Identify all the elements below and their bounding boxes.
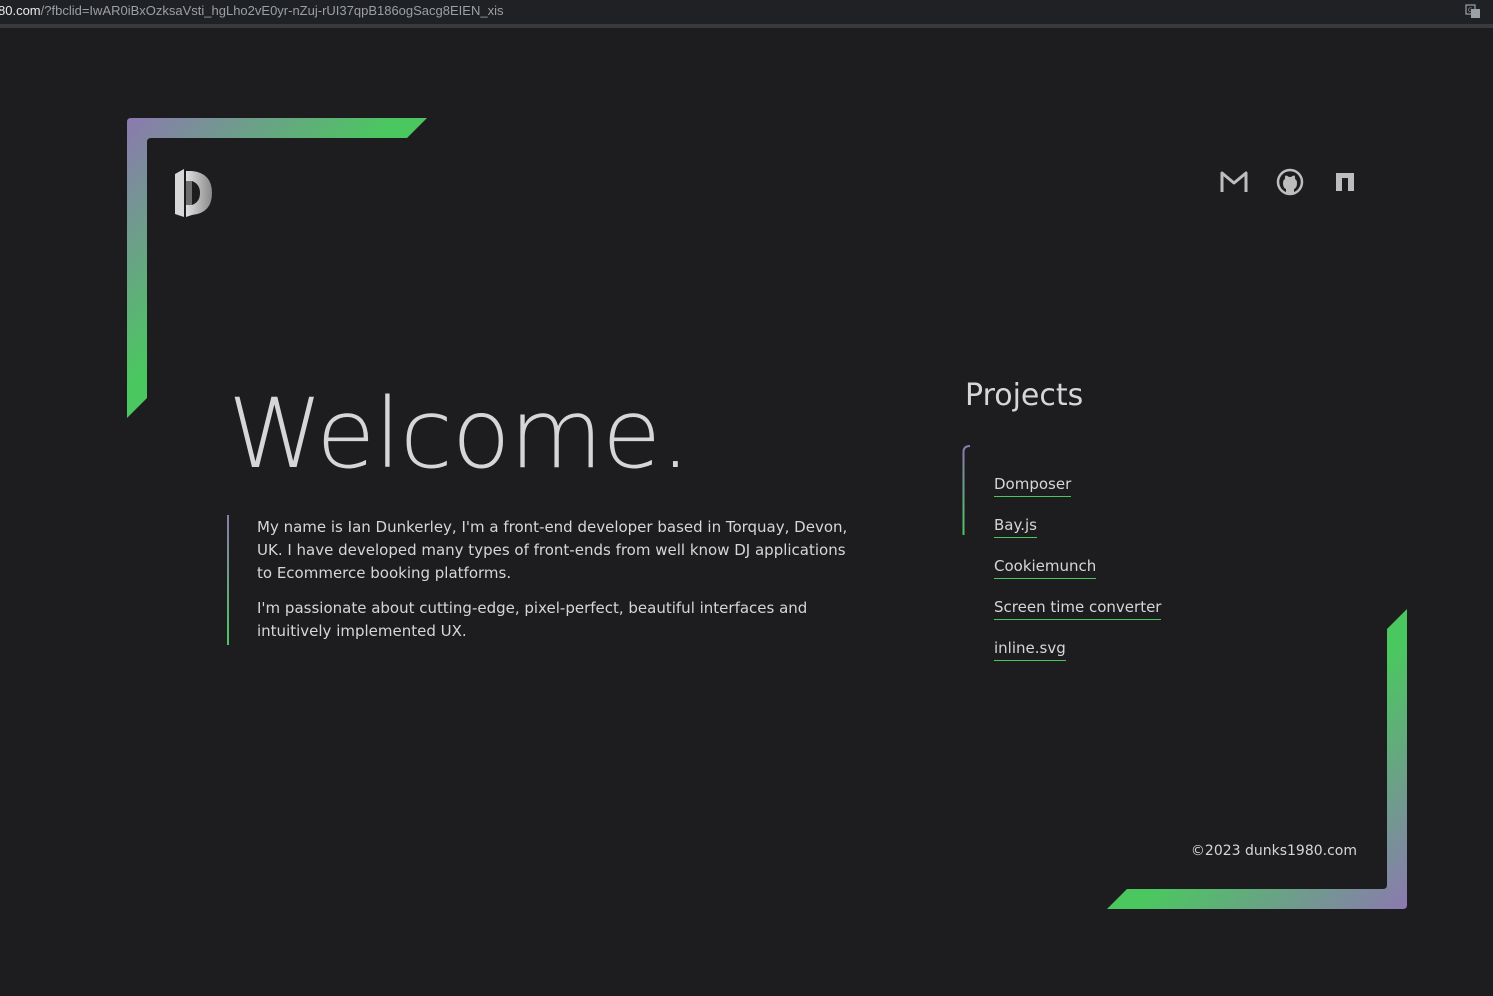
projects-list: Domposer Bay.js Cookiemunch Screen time … [994, 474, 1162, 679]
github-icon [1276, 168, 1304, 196]
project-link-bayjs[interactable]: Bay.js [994, 515, 1037, 538]
intro-paragraph: My name is Ian Dunkerley, I'm a front-en… [257, 518, 848, 582]
gmail-icon [1220, 171, 1248, 192]
url-host: 80.com [0, 3, 41, 18]
url-path: /?fbclid=IwAR0iBxOzksaVsti_hgLho2vE0yr-n… [40, 3, 504, 18]
svg-text:G: G [1468, 7, 1473, 14]
project-link-cookiemunch[interactable]: Cookiemunch [994, 556, 1097, 579]
gmail-link[interactable] [1220, 168, 1248, 196]
decorative-frame-top-left [127, 118, 427, 418]
project-link-screen-time-converter[interactable]: Screen time converter [994, 597, 1162, 620]
projects-heading: Projects [965, 378, 1084, 413]
intro-paragraph: I'm passionate about cutting-edge, pixel… [257, 599, 808, 640]
logo-icon[interactable] [174, 168, 214, 218]
browser-address-bar[interactable]: 80.com/?fbclid=IwAR0iBxOzksaVsti_hgLho2v… [0, 0, 1493, 28]
npm-link[interactable] [1331, 168, 1359, 196]
npm-icon [1336, 173, 1354, 191]
translate-icon[interactable]: G [1465, 3, 1481, 19]
intro-text: My name is Ian Dunkerley, I'm a front-en… [227, 515, 857, 645]
github-link[interactable] [1276, 168, 1304, 196]
footer-copyright: ©2023 dunks1980.com [1190, 843, 1357, 859]
project-link-domposer[interactable]: Domposer [994, 474, 1072, 497]
welcome-heading: Welcome. [228, 378, 691, 490]
project-link-inline-svg[interactable]: inline.svg [994, 638, 1066, 661]
